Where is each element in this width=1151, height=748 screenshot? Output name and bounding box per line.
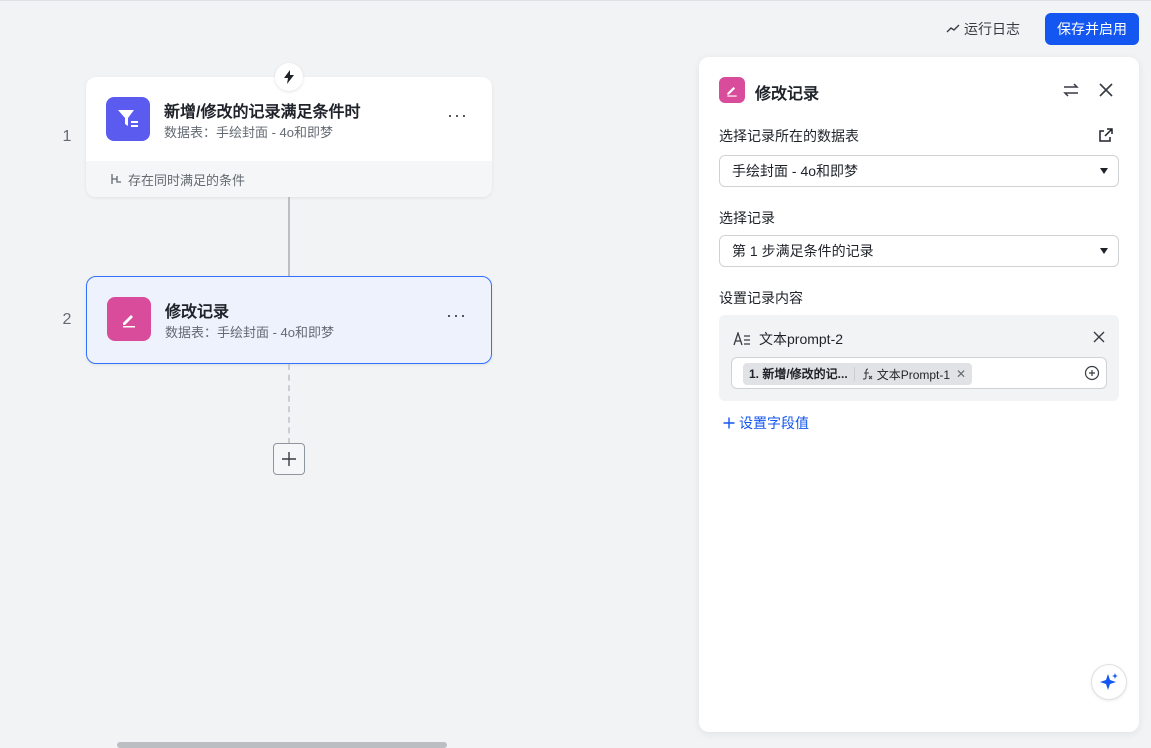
chip-remove-icon[interactable]: ✕ [956,367,972,381]
config-panel: 修改记录 选择记录所在的数据表 手绘封面 - 4o和即梦 选择记录 第 1 步满… [699,57,1139,732]
table-label: 选择记录所在的数据表 [719,128,859,144]
step-title: 新增/修改的记录满足条件时 [164,104,361,121]
chip-field-label: 文本Prompt-1 [876,367,951,382]
table-select-value: 手绘封面 - 4o和即梦 [732,163,859,179]
more-options-button[interactable]: ··· [446,305,467,326]
plus-icon [723,417,735,429]
step-title: 修改记录 [165,304,230,321]
ai-assistant-button[interactable] [1091,664,1127,700]
run-log-label: 运行日志 [964,21,1020,37]
edit-icon [107,297,151,341]
formula-icon [862,368,873,380]
set-field-value-button[interactable]: 设置字段值 [723,413,809,433]
chip-step-label: 1. 新增/修改的记... [743,367,855,381]
record-select-value: 第 1 步满足条件的记录 [732,243,874,259]
more-options-button[interactable]: ··· [447,105,468,126]
set-field-value-label: 设置字段值 [739,415,809,431]
external-link-icon[interactable] [1098,127,1114,143]
field-value-row: 文本prompt-2 1. 新增/修改的记... 文本Prompt-1 ✕ [719,315,1119,401]
step-subtitle: 数据表：手绘封面 - 4o和即梦 [164,125,334,140]
add-step-button[interactable] [273,443,305,475]
text-field-icon [733,332,750,346]
step-card-trigger[interactable]: 新增/修改的记录满足条件时 数据表：手绘封面 - 4o和即梦 ··· 存在同时满… [86,77,492,197]
trigger-bolt-icon [275,63,303,91]
condition-footer[interactable]: 存在同时满足的条件 [86,161,492,197]
horizontal-scrollbar[interactable] [117,742,447,748]
add-variable-icon[interactable] [1084,365,1100,381]
save-enable-button[interactable]: 保存并启用 [1045,13,1139,45]
panel-title: 修改记录 [755,86,820,103]
step-connector-dashed [288,364,290,444]
branch-icon [111,174,121,184]
step-connector [288,197,290,276]
filter-icon [106,97,150,141]
trend-icon [946,24,960,33]
chevron-down-icon [1100,168,1108,174]
record-label: 选择记录 [719,210,775,226]
field-name: 文本prompt-2 [759,331,844,347]
step-card-modify-record[interactable]: 修改记录 数据表：手绘封面 - 4o和即梦 ··· [86,276,492,364]
edit-icon [719,77,745,103]
table-select[interactable]: 手绘封面 - 4o和即梦 [719,155,1119,187]
step-subtitle: 数据表：手绘封面 - 4o和即梦 [165,325,335,340]
variable-chip[interactable]: 1. 新增/修改的记... 文本Prompt-1 ✕ [743,363,973,385]
condition-label: 存在同时满足的条件 [128,172,246,188]
sparkle-icon [1100,673,1118,690]
run-log-button[interactable]: 运行日志 [946,19,1020,39]
step-number-2: 2 [62,311,72,328]
close-icon[interactable] [1097,81,1115,99]
field-header: 文本prompt-2 [733,329,843,349]
step-number-1: 1 [62,128,72,145]
plus-icon [282,452,296,466]
chip-field: 文本Prompt-1 [855,366,956,383]
top-divider [0,0,1151,1]
field-value-input[interactable]: 1. 新增/修改的记... 文本Prompt-1 ✕ [731,357,1107,389]
chevron-down-icon [1100,248,1108,254]
close-icon[interactable] [1093,331,1105,343]
record-select[interactable]: 第 1 步满足条件的记录 [719,235,1119,267]
swap-icon[interactable] [1062,81,1080,99]
content-label: 设置记录内容 [719,290,803,306]
